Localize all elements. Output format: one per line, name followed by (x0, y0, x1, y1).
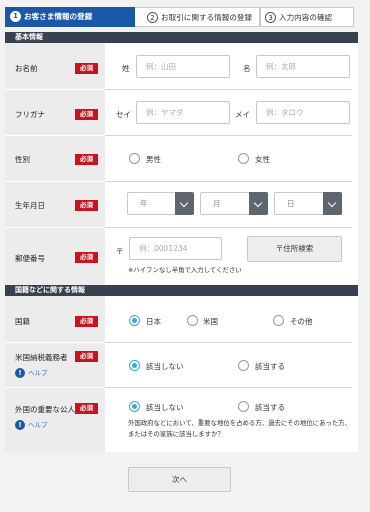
gender-male-label: 男性 (146, 155, 161, 164)
pep-label: 外国の重要な公人 (15, 405, 75, 414)
birth-month-select[interactable]: 月 (200, 192, 268, 215)
gender-female-radio[interactable] (238, 153, 249, 164)
progress-steps: 1 お客さま情報の登録 2 お取引に関する情報の登録 3 入力内容の確認 (5, 7, 354, 27)
us-tax-yes-label: 該当する (255, 362, 285, 371)
first-kana-input[interactable]: 例：タロウ (256, 101, 350, 124)
divider (5, 227, 105, 228)
chevron-down-icon (175, 192, 194, 215)
label-column (5, 43, 105, 315)
us-tax-label: 米国納税義務者 (15, 353, 68, 362)
birthdate-label: 生年月日 (15, 201, 45, 210)
help-label: ヘルプ (28, 421, 48, 429)
required-badge: 必須 (75, 351, 98, 362)
step-number: 2 (147, 11, 158, 23)
step-number: 3 (265, 11, 276, 23)
required-badge: 必須 (75, 252, 98, 263)
birth-day-value: 日 (287, 199, 295, 208)
chevron-down-icon (249, 192, 268, 215)
divider (105, 89, 352, 90)
last-name-label: 姓 (122, 64, 130, 73)
pep-note: 外国政府などにおいて、重要な地位を占める方、過去にその地位にあった方、またはその… (128, 419, 352, 438)
us-tax-no-label: 該当しない (146, 362, 184, 371)
divider (5, 135, 105, 136)
divider (5, 181, 105, 182)
name-label: お名前 (15, 64, 38, 73)
required-badge: 必須 (75, 154, 98, 165)
first-kana-label: メイ (235, 110, 250, 119)
birth-year-value: 年 (140, 199, 148, 208)
nationality-us-radio[interactable] (187, 315, 198, 326)
birth-month-value: 月 (213, 199, 221, 208)
help-link[interactable]: ! ヘルプ (15, 419, 48, 430)
nationality-japan-radio[interactable] (129, 315, 140, 326)
required-badge: 必須 (75, 316, 98, 327)
nationality-other-radio[interactable] (273, 315, 284, 326)
section-header-nationality: 国籍などに関する情報 (5, 285, 358, 296)
nationality-japan-label: 日本 (146, 317, 161, 326)
step-2: 2 お取引に関する情報の登録 (135, 7, 260, 27)
postal-code-input[interactable]: 例：0001234 (129, 237, 222, 260)
required-badge: 必須 (75, 403, 98, 414)
first-name-label: 名 (243, 64, 251, 73)
divider (105, 181, 352, 182)
step-3: 3 入力内容の確認 (260, 7, 354, 27)
gender-label: 性別 (15, 155, 30, 164)
required-badge: 必須 (75, 200, 98, 211)
section-header-basic: 基本情報 (5, 32, 358, 43)
address-search-button[interactable]: 〒住所検索 (247, 236, 342, 262)
first-name-input[interactable]: 例：太郎 (256, 55, 350, 78)
pep-yes-label: 該当する (255, 403, 285, 412)
divider (105, 135, 352, 136)
divider (105, 342, 352, 343)
pep-no-label: 該当しない (146, 403, 184, 412)
divider (5, 89, 105, 90)
nationality-other-label: その他 (290, 317, 313, 326)
info-icon: ! (15, 368, 25, 378)
info-icon: ! (15, 420, 25, 430)
divider (105, 387, 352, 388)
birth-year-select[interactable]: 年 (127, 192, 194, 215)
step-number: 1 (10, 10, 21, 22)
us-tax-yes-radio[interactable] (238, 360, 249, 371)
divider (5, 342, 105, 343)
postal-mark: 〒 (116, 247, 124, 256)
step-1: 1 お客さま情報の登録 (5, 7, 143, 27)
gender-female-label: 女性 (255, 155, 270, 164)
furigana-label: フリガナ (15, 110, 45, 119)
nationality-us-label: 米国 (203, 317, 218, 326)
pep-yes-radio[interactable] (238, 401, 249, 412)
required-badge: 必須 (75, 63, 98, 74)
divider (105, 227, 352, 228)
birth-day-select[interactable]: 日 (274, 192, 342, 215)
next-button[interactable]: 次へ (128, 467, 231, 492)
chevron-down-icon (323, 192, 342, 215)
step-label: 入力内容の確認 (279, 13, 333, 22)
step-label: お客さま情報の登録 (24, 12, 93, 21)
last-kana-label: セイ (116, 110, 131, 119)
last-kana-input[interactable]: 例：ヤマダ (136, 101, 230, 124)
pep-no-radio[interactable] (129, 401, 140, 412)
gender-male-radio[interactable] (129, 153, 140, 164)
help-label: ヘルプ (28, 369, 48, 377)
nationality-label: 国籍 (15, 317, 30, 326)
us-tax-no-radio[interactable] (129, 360, 140, 371)
registration-form: 基本情報 お名前 必須 姓 例：山田 名 例：太郎 フリガナ 必須 セイ 例：ヤ… (5, 32, 358, 452)
postal-label: 郵便番号 (15, 254, 45, 263)
required-badge: 必須 (75, 109, 98, 120)
help-link[interactable]: ! ヘルプ (15, 367, 48, 378)
step-label: お取引に関する情報の登録 (161, 13, 253, 22)
postal-note: ※ハイフンなし半角で入力してください (128, 266, 242, 274)
divider (5, 387, 105, 388)
last-name-input[interactable]: 例：山田 (136, 55, 230, 78)
